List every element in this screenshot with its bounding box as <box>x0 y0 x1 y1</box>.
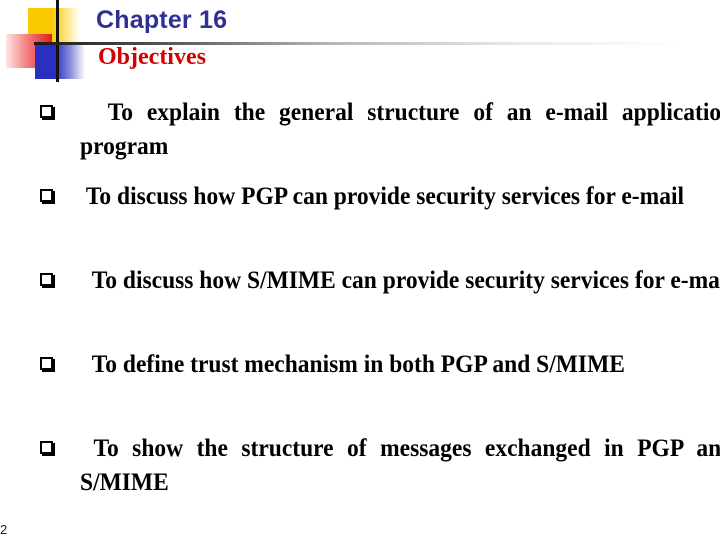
slide-title: Chapter 16 <box>96 6 228 34</box>
blue-square-icon <box>35 45 85 79</box>
vertical-rule <box>56 0 59 82</box>
hollow-square-bullet-icon <box>40 273 53 286</box>
hollow-square-bullet-icon <box>40 441 53 454</box>
slide-subtitle: Objectives <box>98 44 206 70</box>
objective-text: To define trust mechanism in both PGP an… <box>80 351 625 378</box>
hollow-square-bullet-icon <box>40 357 53 370</box>
page-number: 2 <box>0 522 8 537</box>
objective-text: To discuss how PGP can provide security … <box>80 183 685 210</box>
objective-text: To show the structure of messages exchan… <box>80 435 720 496</box>
hollow-square-bullet-icon <box>40 105 53 118</box>
objective-text: To explain the general structure of an e… <box>80 99 720 160</box>
hollow-square-bullet-icon <box>40 189 53 202</box>
slide-logo-decoration <box>0 0 100 90</box>
objective-text: To discuss how S/MIME can provide securi… <box>80 267 720 294</box>
